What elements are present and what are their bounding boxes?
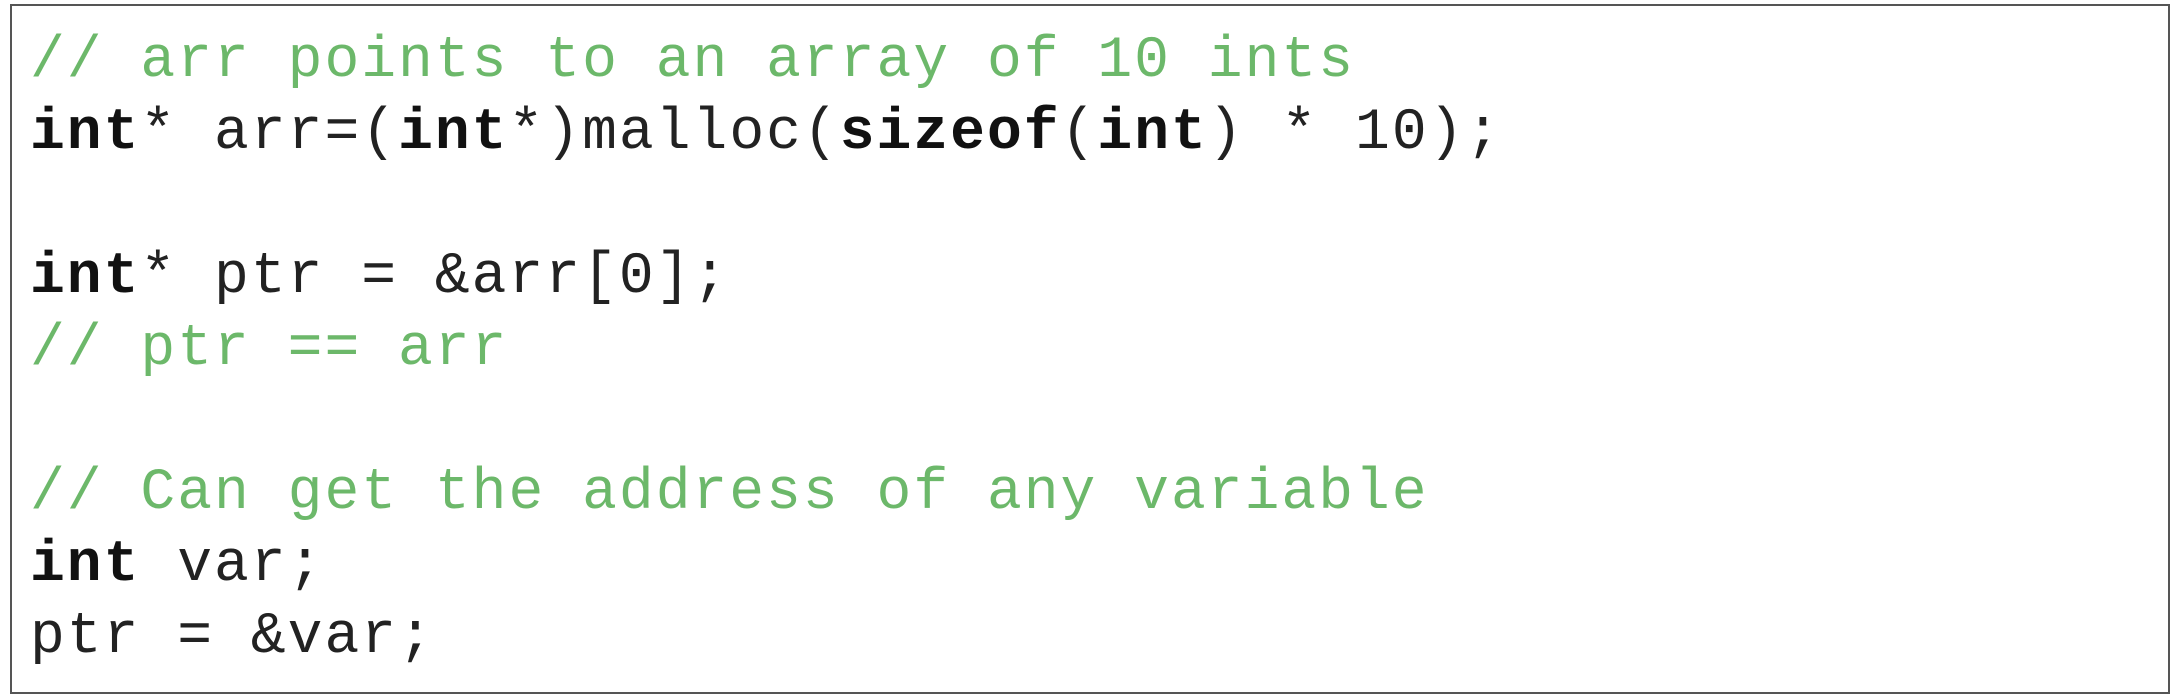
code-text: *)malloc( [508,101,840,166]
keyword: int [30,245,141,310]
code-text: ( [1060,101,1098,166]
code-line: int* ptr = &arr[0]; [30,242,729,314]
code-line-comment: // Can get the address of any variable [30,461,1429,526]
code-line: int* arr=(int*)malloc(sizeof(int) * 10); [30,98,1502,170]
keyword: int [30,101,141,166]
code-text: var; [140,533,325,598]
code-line-comment: // arr points to an array of 10 ints [30,29,1356,94]
keyword: int [30,533,141,598]
keyword: int [1097,101,1208,166]
code-line: ptr = &var; [30,602,435,674]
code-line: int var; [30,530,324,602]
code-block: // arr points to an array of 10 ints int… [10,4,2170,694]
code-text: ptr = &var; [30,605,435,670]
code-text: ) * 10); [1207,101,1503,166]
code-text: * ptr = &arr[0]; [140,245,730,310]
keyword: sizeof [839,101,1061,166]
code-text: * arr=( [140,101,399,166]
code-line-comment: // ptr == arr [30,317,509,382]
keyword: int [398,101,509,166]
